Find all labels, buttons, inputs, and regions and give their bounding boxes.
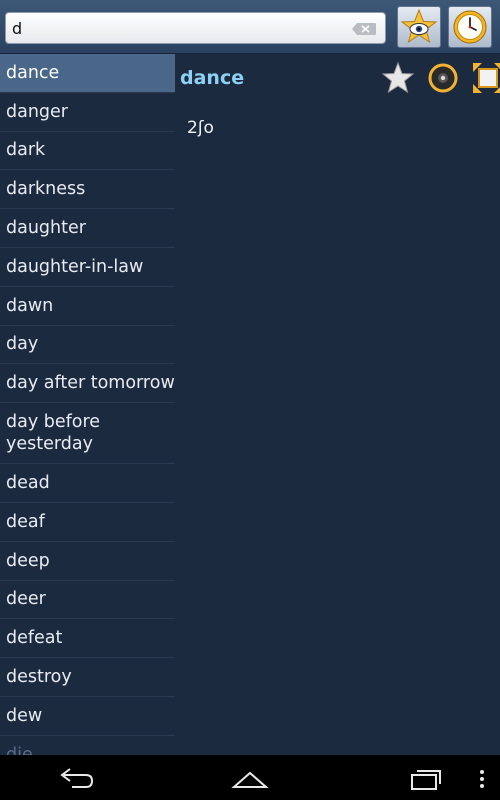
- home-icon[interactable]: [226, 763, 274, 793]
- word-list-item[interactable]: day: [0, 326, 175, 365]
- back-arrow-icon[interactable]: [52, 763, 100, 793]
- word-list-item[interactable]: defeat: [0, 619, 175, 659]
- word-list-item[interactable]: danger: [0, 93, 175, 132]
- star-eye-icon: [400, 8, 438, 44]
- detail-pane: dance 2ʃo: [175, 54, 500, 755]
- search-input[interactable]: [12, 16, 342, 40]
- top-bar: [0, 0, 500, 54]
- word-list-item[interactable]: dawn: [0, 287, 175, 326]
- word-list-item[interactable]: darkness: [0, 170, 175, 210]
- word-list-item[interactable]: dew: [0, 697, 175, 736]
- word-list-item[interactable]: dead: [0, 464, 175, 503]
- system-nav-bar: [0, 755, 500, 800]
- word-list-item[interactable]: day before yesterday: [0, 403, 175, 465]
- word-list[interactable]: dance danger dark darkness daughter daughter-…: [0, 54, 175, 755]
- word-list-item[interactable]: day after tomorrow: [0, 364, 175, 404]
- search-box[interactable]: [5, 12, 386, 44]
- word-list-item[interactable]: dark: [0, 132, 175, 171]
- word-list-item[interactable]: destroy: [0, 658, 175, 697]
- favorites-button[interactable]: [397, 6, 441, 48]
- clear-search-icon[interactable]: [351, 22, 377, 36]
- word-list-item[interactable]: daughter: [0, 209, 175, 248]
- fullscreen-icon[interactable]: [470, 60, 500, 96]
- word-list-item[interactable]: dance: [0, 54, 175, 93]
- word-list-item[interactable]: deep: [0, 542, 175, 581]
- clock-icon: [453, 10, 487, 44]
- star-icon[interactable]: [380, 60, 416, 96]
- detail-title: dance: [180, 67, 245, 89]
- definition-text: 2ʃo: [187, 118, 214, 138]
- history-button[interactable]: [448, 6, 492, 48]
- overflow-menu-icon[interactable]: [472, 763, 492, 793]
- word-list-item[interactable]: daughter-in-law: [0, 248, 175, 287]
- word-list-item[interactable]: deer: [0, 581, 175, 620]
- word-list-item[interactable]: die: [0, 736, 175, 755]
- dictionary-app: dancedangerdarkdarknessdaughterdaughter-…: [0, 0, 500, 800]
- word-list-item[interactable]: deaf: [0, 503, 175, 542]
- speaker-icon[interactable]: [425, 60, 461, 96]
- recent-apps-icon[interactable]: [402, 763, 450, 793]
